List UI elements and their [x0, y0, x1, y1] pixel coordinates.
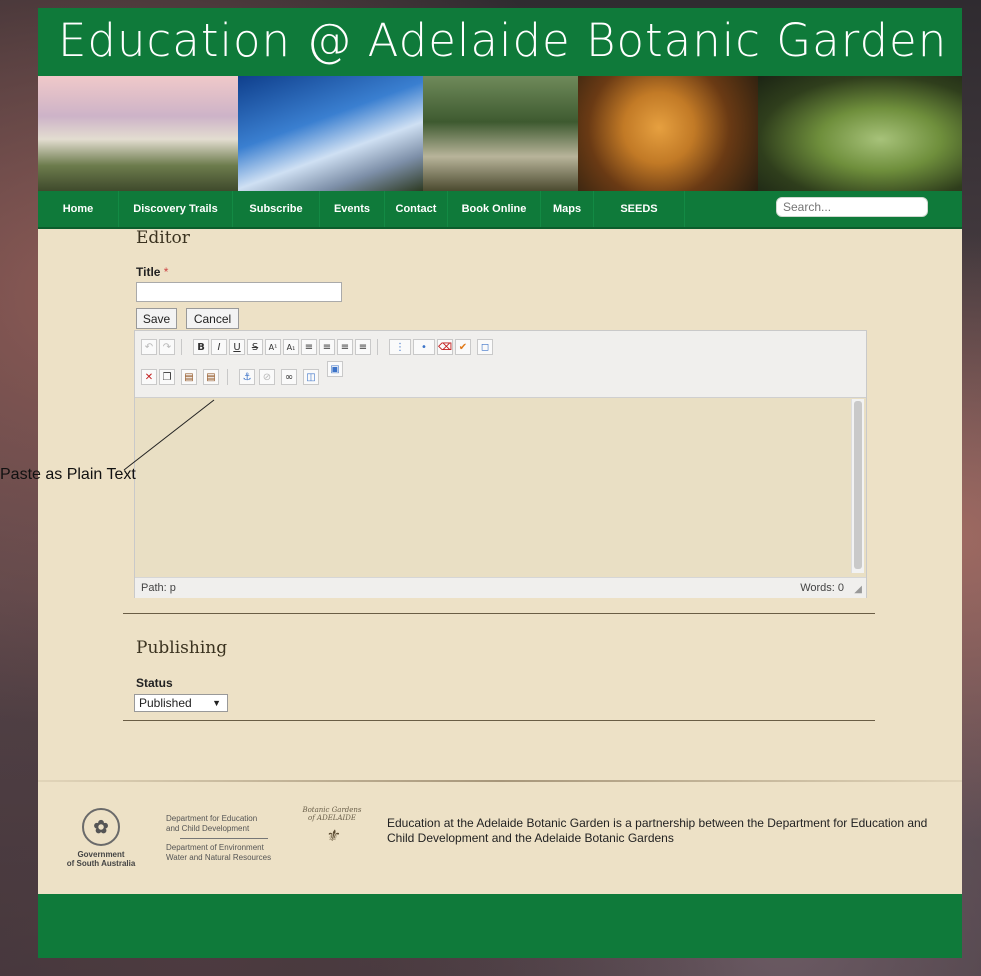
nav-item-contact[interactable]: Contact [385, 191, 448, 227]
editor-toolbar: ↶ ↷ B I U S A¹ A₁ ≡ ≡ ≡ ≡ ⋮ • ⌫ ✔ ◻ ✕ ❐ … [135, 331, 866, 398]
rich-text-editor: ↶ ↷ B I U S A¹ A₁ ≡ ≡ ≡ ≡ ⋮ • ⌫ ✔ ◻ ✕ ❐ … [134, 330, 867, 598]
nav-item-events[interactable]: Events [320, 191, 385, 227]
resize-handle-icon[interactable]: ◢ [854, 584, 862, 595]
save-button[interactable]: Save [136, 308, 177, 329]
word-count: Words: 0 [800, 582, 844, 594]
element-path: Path: p [141, 582, 176, 594]
italic-icon[interactable]: I [211, 339, 227, 355]
toolbar-separator [227, 369, 228, 385]
nav-item-book-online[interactable]: Book Online [448, 191, 541, 227]
title-label: Title * [136, 265, 168, 279]
align-right-icon[interactable]: ≡ [337, 339, 353, 355]
botanic-emblem-icon: ⚜ [324, 826, 340, 845]
callout-leader-line [123, 399, 215, 471]
editor-content-area[interactable] [135, 398, 850, 576]
footer-bottom [38, 922, 962, 958]
editor-statusbar: Path: p Words: 0 ◢ [135, 577, 866, 598]
callout-label: Paste as Plain Text [0, 466, 136, 483]
subscript-icon[interactable]: A₁ [283, 339, 299, 355]
cut-icon[interactable]: ✕ [141, 369, 157, 385]
redo-icon[interactable]: ↷ [159, 339, 175, 355]
align-center-icon[interactable]: ≡ [319, 339, 335, 355]
editor-heading: Editor [136, 228, 190, 248]
cleanup-icon[interactable]: ✔ [455, 339, 471, 355]
partnership-text: Education at the Adelaide Botanic Garden… [387, 816, 928, 845]
anchor-icon[interactable]: ⚓ [239, 369, 255, 385]
dept-environment-line-2: Water and Natural Resources [166, 853, 272, 862]
superscript-icon[interactable]: A¹ [265, 339, 281, 355]
nav-item-maps[interactable]: Maps [541, 191, 594, 227]
search-input[interactable] [776, 197, 928, 217]
footer-divider [38, 780, 962, 782]
link-icon[interactable]: ∞ [281, 369, 297, 385]
toolbar-separator [181, 339, 182, 355]
chevron-down-icon: ▼ [212, 698, 221, 708]
footer-bar [38, 894, 962, 922]
scrollbar-thumb[interactable] [854, 401, 862, 569]
unlink-icon[interactable]: ⊘ [259, 369, 275, 385]
header-photo-water-lilies [758, 76, 962, 191]
header-photo-students [423, 76, 578, 191]
image-icon[interactable]: ▣ [327, 361, 343, 377]
site-title: Education @ Adelaide Botanic Garden [58, 14, 948, 67]
title-input[interactable] [136, 282, 342, 302]
crest-icon: ✿ [82, 808, 120, 846]
cancel-button[interactable]: Cancel [186, 308, 239, 329]
eraser-icon[interactable]: ⌫ [437, 339, 453, 355]
nav-item-seeds[interactable]: SEEDS [594, 191, 685, 227]
insert-box-icon[interactable]: ◫ [303, 369, 319, 385]
header-photo-strip [38, 76, 962, 191]
copy-icon[interactable]: ❐ [159, 369, 175, 385]
paste-plain-text-icon[interactable]: ▤ [203, 369, 219, 385]
dept-divider [180, 838, 268, 839]
section-divider [123, 720, 875, 721]
header-photo-palm-house [38, 76, 238, 191]
required-marker: * [163, 265, 169, 279]
toolbar-separator [377, 339, 378, 355]
strikethrough-icon[interactable]: S [247, 339, 263, 355]
header-photo-bicentennial-conservatory [238, 76, 423, 191]
title-label-text: Title [136, 265, 161, 279]
header-photo-fungi [578, 76, 758, 191]
align-left-icon[interactable]: ≡ [301, 339, 317, 355]
bold-icon[interactable]: B [193, 339, 209, 355]
numbered-list-icon[interactable]: ⋮ [389, 339, 411, 355]
page-container: Education @ Adelaide Botanic Garden Home… [38, 8, 962, 958]
status-select[interactable]: Published ▼ [134, 694, 228, 712]
status-select-value: Published [139, 696, 192, 710]
department-logos: Department for Education and Child Devel… [166, 814, 271, 863]
bg-logo-line-2: of ADELAIDE [308, 814, 356, 822]
gov-text-2: of South Australia [66, 859, 136, 868]
site-banner: Education @ Adelaide Botanic Garden [38, 8, 962, 76]
publishing-heading: Publishing [136, 638, 228, 658]
underline-icon[interactable]: U [229, 339, 245, 355]
status-label: Status [136, 676, 173, 690]
nav-item-home[interactable]: Home [38, 191, 119, 227]
section-divider [123, 613, 875, 614]
editor-scrollbar[interactable] [851, 399, 864, 573]
dept-education-line-2: and Child Development [166, 824, 250, 833]
dept-environment-line-1: Department of Environment [166, 843, 264, 852]
undo-icon[interactable]: ↶ [141, 339, 157, 355]
bullet-list-icon[interactable]: • [413, 339, 435, 355]
bg-logo-line-1: Botanic Gardens [302, 806, 362, 814]
botanic-gardens-logo: Botanic Gardens of ADELAIDE ⚜ [301, 806, 363, 849]
gov-text-1: Government [77, 850, 125, 859]
justify-icon[interactable]: ≡ [355, 339, 371, 355]
source-code-icon[interactable]: ◻ [477, 339, 493, 355]
paste-icon[interactable]: ▤ [181, 369, 197, 385]
dept-education-line-1: Department for Education [166, 814, 258, 823]
gov-sa-logo: ✿ Government of South Australia [56, 808, 146, 868]
nav-item-discovery-trails[interactable]: Discovery Trails [119, 191, 233, 227]
main-nav: Home Discovery Trails Subscribe Events C… [38, 191, 962, 229]
nav-item-subscribe[interactable]: Subscribe [233, 191, 320, 227]
